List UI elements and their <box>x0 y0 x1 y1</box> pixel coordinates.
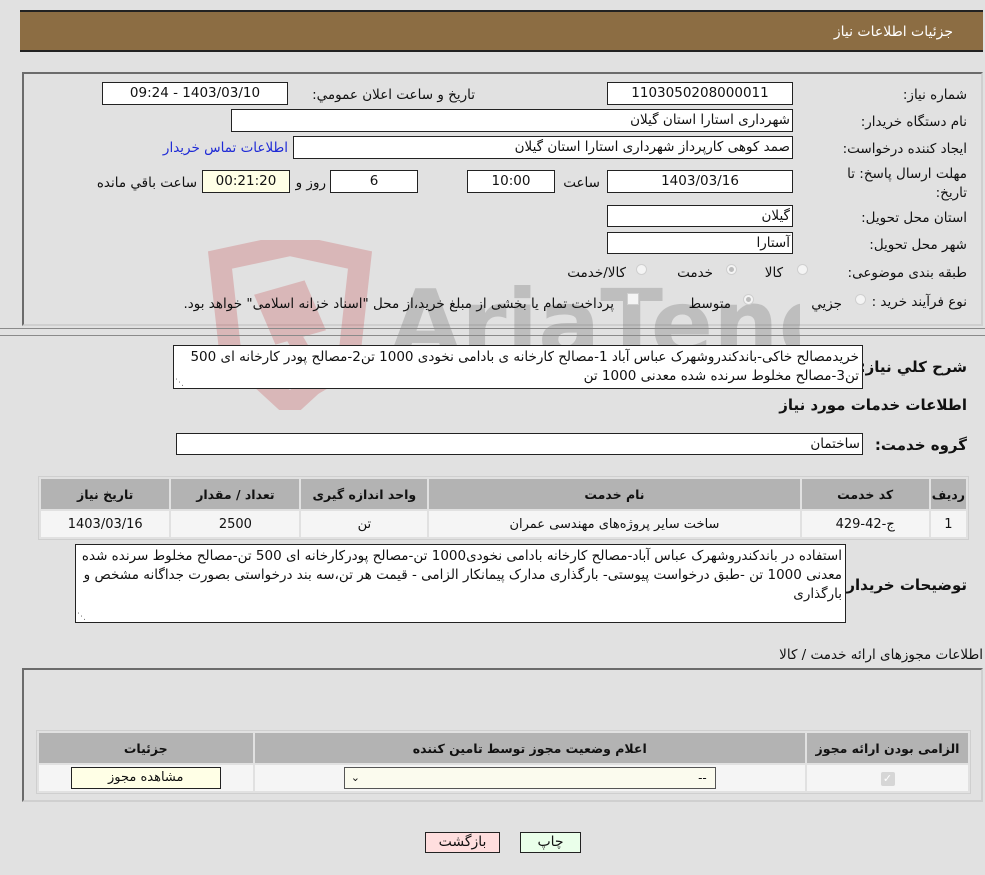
divider <box>0 328 985 329</box>
view-permit-button[interactable]: مشاهده مجوز <box>70 767 221 789</box>
col-permit-details: جزئیات <box>39 733 253 763</box>
category-label: طبقه بندی موضوعی: <box>847 265 967 281</box>
purchase-type-label: نوع فرآیند خرید : <box>871 294 967 310</box>
announce-datetime-field: 1403/03/10 - 09:24 <box>102 82 288 105</box>
table-row: ✓ -- ⌄ مشاهده مجوز <box>39 765 968 791</box>
need-number-label: شماره نیاز: <box>902 87 967 103</box>
buyer-org-field: شهرداری استارا استان گیلان <box>231 109 793 132</box>
purchase-radio-medium[interactable] <box>743 294 754 305</box>
remaining-days-field: 6 <box>330 170 418 193</box>
table-row: 1 ج-42-429 ساخت سایر پروژه‌های مهندسی عم… <box>41 511 966 537</box>
cell-permit-status: -- ⌄ <box>254 765 805 791</box>
buyer-notes-label: توضیحات خریدار: <box>840 576 967 594</box>
divider <box>0 335 985 336</box>
print-button[interactable]: چاپ <box>520 832 581 853</box>
cell-quantity: 2500 <box>171 511 300 537</box>
cell-permit-details: مشاهده مجوز <box>39 765 253 791</box>
service-group-label: گروه خدمت: <box>874 436 967 454</box>
deadline-date-field: 1403/03/16 <box>607 170 793 193</box>
announce-datetime-label: تاریخ و ساعت اعلان عمومي: <box>312 87 475 103</box>
services-table: ردیف کد خدمت نام خدمت واحد اندازه گیری ت… <box>38 476 969 540</box>
col-permit-status: اعلام وضعیت مجوز توسط تامین کننده <box>254 733 805 763</box>
service-group-field: ساختمان <box>176 433 863 455</box>
category-radio-service[interactable] <box>726 264 737 275</box>
permits-section-title: اطلاعات مجوزهای ارائه خدمت / کالا <box>779 647 983 663</box>
col-service-code: کد خدمت <box>801 479 929 509</box>
cell-service-code: ج-42-429 <box>801 511 929 537</box>
purchase-option-minor: جزيي <box>811 296 842 312</box>
cell-unit: تن <box>301 511 428 537</box>
category-option-goods: کالا <box>764 265 783 281</box>
col-service-name: نام خدمت <box>429 479 800 509</box>
delivery-city-label: شهر محل تحویل: <box>869 237 967 253</box>
requester-field: صمد کوهی کارپرداز شهرداری استارا استان گ… <box>293 136 793 159</box>
col-need-date: تاریخ نیاز <box>41 479 170 509</box>
description-textarea[interactable]: خریدمصالح خاکی-باندکندروشهرک عباس آباد 1… <box>173 345 863 389</box>
permits-table: الزامی بودن ارائه مجوز اعلام وضعیت مجوز … <box>36 730 971 794</box>
requester-label: ایجاد کننده درخواست: <box>842 141 967 157</box>
delivery-province-label: استان محل تحویل: <box>861 210 967 226</box>
permit-status-value: -- <box>698 771 707 785</box>
col-unit: واحد اندازه گیری <box>301 479 428 509</box>
cell-row-number: 1 <box>930 511 966 537</box>
need-number-field: 1103050208000011 <box>607 82 793 105</box>
purchase-option-medium: متوسط <box>688 296 731 312</box>
deadline-time-field: 10:00 <box>467 170 555 193</box>
permit-required-checkbox[interactable]: ✓ <box>880 771 895 786</box>
permit-status-select[interactable]: -- ⌄ <box>343 767 716 789</box>
permits-table-header: الزامی بودن ارائه مجوز اعلام وضعیت مجوز … <box>39 733 968 763</box>
description-text: خریدمصالح خاکی-باندکندروشهرک عباس آباد 1… <box>190 349 859 384</box>
days-label: روز و <box>295 175 326 191</box>
services-table-header: ردیف کد خدمت نام خدمت واحد اندازه گیری ت… <box>41 479 966 509</box>
resize-grip-icon[interactable]: ⋰ <box>77 613 86 622</box>
page-header: جزئیات اطلاعات نیاز <box>20 10 983 52</box>
buyer-contact-link[interactable]: اطلاعات تماس خریدار <box>163 140 288 156</box>
col-quantity: تعداد / مقدار <box>171 479 300 509</box>
col-permit-required: الزامی بودن ارائه مجوز <box>807 733 968 763</box>
services-section-title: اطلاعات خدمات مورد نياز <box>779 396 967 414</box>
back-button[interactable]: بازگشت <box>425 832 500 853</box>
purchase-radio-minor[interactable] <box>855 294 866 305</box>
treasury-note: پرداخت تمام یا بخشی از مبلغ خرید،از محل … <box>183 296 614 312</box>
category-radio-goods[interactable] <box>797 264 808 275</box>
description-label: شرح کلي نياز: <box>859 358 967 376</box>
remaining-label: ساعت باقي مانده <box>96 175 197 191</box>
resize-grip-icon[interactable]: ⋰ <box>175 379 184 388</box>
remaining-time-field: 00:21:20 <box>202 170 290 193</box>
deadline-label: مهلت ارسال پاسخ: تا تاریخ: <box>847 166 967 201</box>
cell-need-date: 1403/03/16 <box>41 511 170 537</box>
deadline-time-label: ساعت <box>563 175 600 191</box>
cell-permit-required: ✓ <box>807 765 968 791</box>
buyer-notes-text: استفاده در باندکندروشهرک عباس آباد-مصالح… <box>81 548 842 602</box>
chevron-down-icon: ⌄ <box>350 771 360 784</box>
delivery-city-field: آستارا <box>607 232 793 254</box>
delivery-province-field: گیلان <box>607 205 793 227</box>
category-option-service: خدمت <box>677 265 713 281</box>
page-title: جزئیات اطلاعات نیاز <box>833 24 953 40</box>
buyer-org-label: نام دستگاه خریدار: <box>860 114 967 130</box>
cell-service-name: ساخت سایر پروژه‌های مهندسی عمران <box>429 511 800 537</box>
col-row-number: ردیف <box>930 479 966 509</box>
category-radio-goods-service[interactable] <box>636 264 647 275</box>
treasury-checkbox[interactable] <box>627 293 639 305</box>
buyer-notes-textarea[interactable]: استفاده در باندکندروشهرک عباس آباد-مصالح… <box>75 544 846 623</box>
category-option-goods-service: کالا/خدمت <box>567 265 626 281</box>
